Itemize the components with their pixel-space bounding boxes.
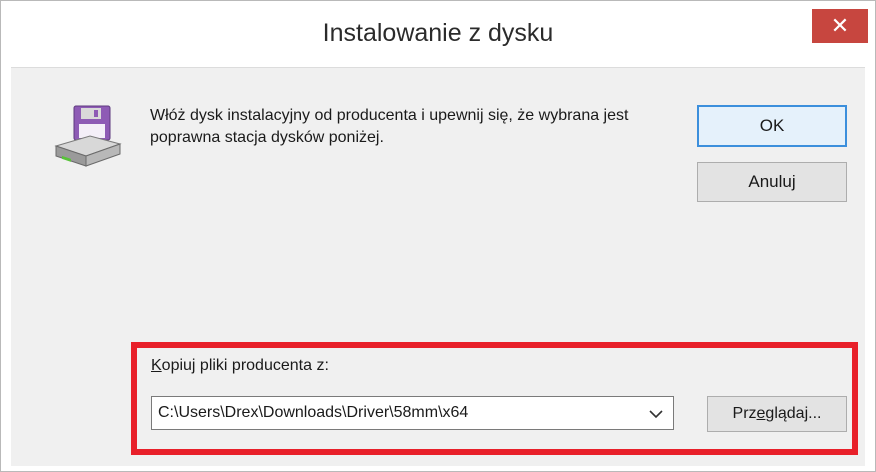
copy-from-label-text: opiuj pliki producenta z: [161,357,329,374]
copy-from-label: Kopiuj pliki producenta z: [151,357,329,375]
instruction-text: Włóż dysk instalacyjny od producenta i u… [150,107,629,146]
source-path-value[interactable]: C:\Users\Drex\Downloads\Driver\58mm\x64 [158,404,468,422]
ok-button-label: OK [759,116,785,135]
close-icon: ✕ [830,13,850,38]
close-button[interactable]: ✕ [812,9,868,43]
source-path-combobox[interactable]: C:\Users\Drex\Downloads\Driver\58mm\x64 [151,396,674,430]
window-title: Instalowanie z dysku [322,19,554,47]
browse-label-start: Prz [732,405,757,422]
cancel-button-label: Anuluj [748,172,796,191]
ok-button[interactable]: OK [697,105,847,147]
dialog-body: Włóż dysk instalacyjny od producenta i u… [11,67,865,466]
floppy-disk-drive-icon [54,105,122,167]
cancel-button[interactable]: Anuluj [697,162,847,202]
dialog-window: Instalowanie z dysku ✕ Włóż dysk instala… [0,0,876,472]
browse-button[interactable]: Przeglądaj... [707,396,847,432]
title-bar[interactable]: Instalowanie z dysku ✕ [1,1,875,67]
chevron-down-icon[interactable] [649,409,663,419]
copy-from-label-mnemonic: K [151,357,162,374]
browse-button-label: Przeglądaj... [733,405,822,423]
browse-label-end: glądaj... [765,405,822,422]
